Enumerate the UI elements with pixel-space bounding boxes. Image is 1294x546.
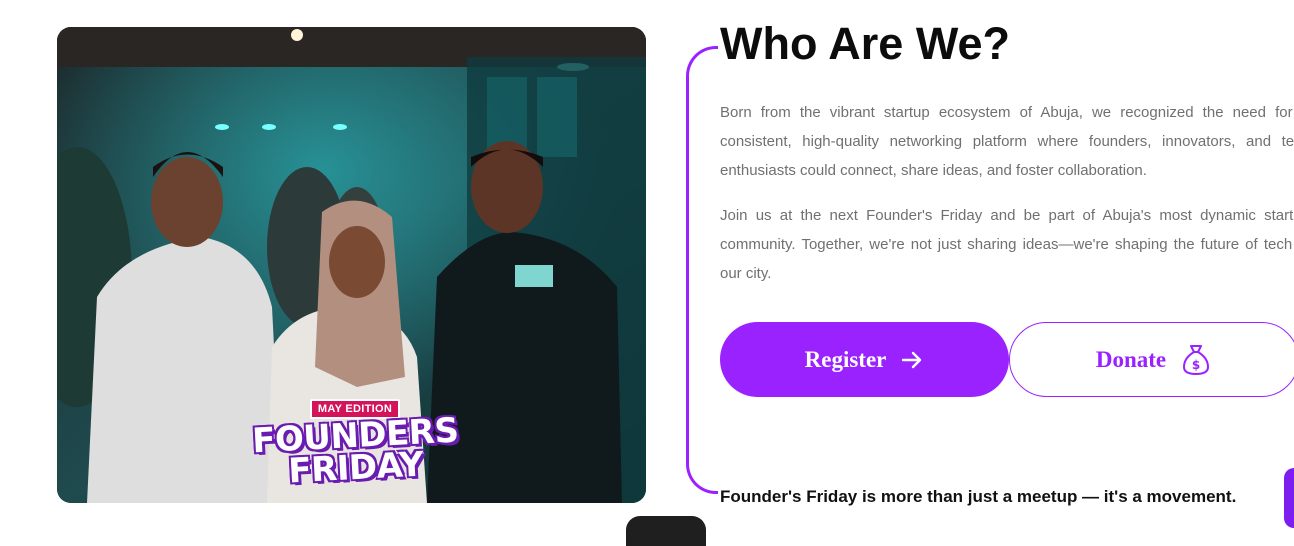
founders-friday-badge: MAY EDITION FOUNDERS FRIDAY [251,399,459,491]
donate-button-label: Donate [1095,346,1167,372]
scroll-handle[interactable] [626,516,706,546]
about-paragraph-2: Join us at the next Founder's Friday and… [720,207,1294,282]
svg-text:$: $ [1192,358,1200,372]
tagline: Founder's Friday is more than just a mee… [720,487,1237,506]
register-button[interactable]: Register [720,322,1009,397]
accent-border [686,46,718,494]
event-photo: MAY EDITION FOUNDERS FRIDAY [57,27,646,503]
about-paragraph-1: Born from the vibrant startup ecosystem … [720,104,1294,179]
donate-button[interactable]: Donate $ [1009,322,1294,397]
money-bag-icon: $ [1183,344,1210,375]
register-button-label: Register [804,346,887,372]
side-floating-tab[interactable] [1284,468,1294,528]
arrow-right-icon [902,351,922,368]
section-heading: Who Are We? [720,18,1010,69]
badge-title: FOUNDERS FRIDAY [251,411,459,492]
